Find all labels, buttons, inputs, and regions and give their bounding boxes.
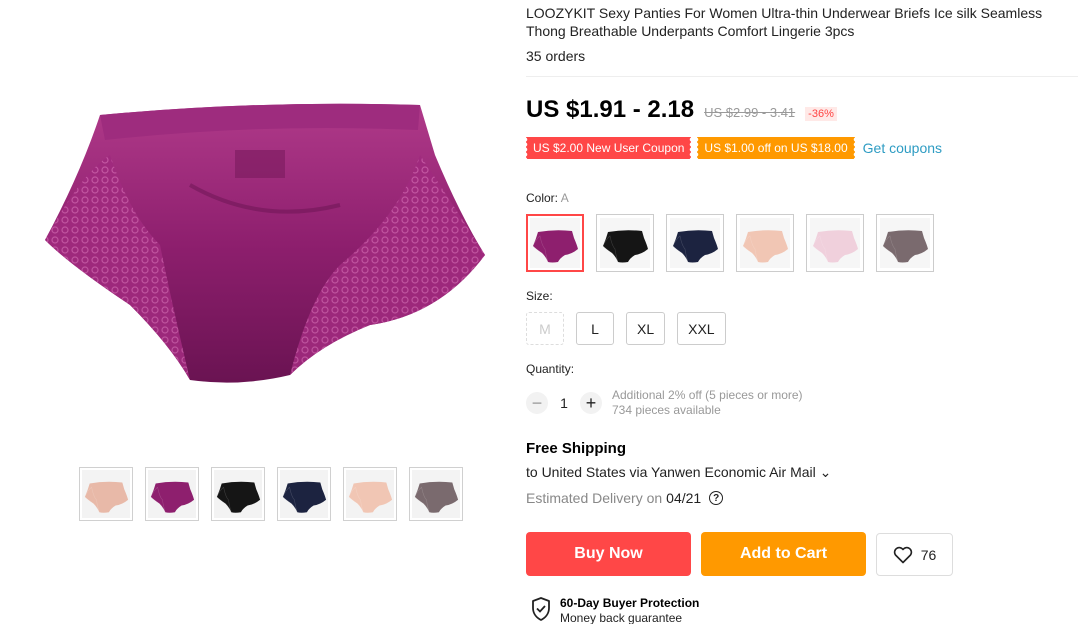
estimated-delivery: Estimated Delivery on 04/21 ? [526,490,724,506]
swatch-image [880,218,930,268]
store-coupon[interactable]: US $1.00 off on US $18.00 [696,137,855,159]
quantity-minus-button[interactable]: − [526,392,548,414]
size-label: Size: [526,289,553,303]
protection-subtitle: Money back guarantee [560,611,683,624]
delivery-label: Estimated Delivery on [526,490,663,506]
discount-badge: -36% [805,107,837,121]
shield-check-icon [532,597,550,621]
thumbnail-2[interactable] [145,467,199,521]
thumbnail-6[interactable] [409,467,463,521]
price-row: US $1.91 - 2.18 US $2.99 - 3.41 -36% [526,96,837,124]
size-option-l[interactable]: L [576,312,614,345]
bulk-discount-note: Additional 2% off (5 pieces or more) [612,388,803,402]
quantity-stepper: − 1 + Additional 2% off (5 pieces or mor… [526,388,803,418]
thumbnail-image [346,470,394,518]
protection-title: 60-Day Buyer Protection [560,596,700,610]
swatch-image [810,218,860,268]
chevron-down-icon: ⌄ [819,464,832,480]
size-options: M L XL XXL [526,312,726,345]
new-user-coupon[interactable]: US $2.00 New User Coupon [524,137,692,159]
product-title: LOOZYKIT Sexy Panties For Women Ultra-th… [526,5,1043,39]
swatch-image [600,218,650,268]
swatch-image [740,218,790,268]
quantity-plus-button[interactable]: + [580,392,602,414]
color-swatch-purple[interactable] [526,214,584,272]
thumbnail-5[interactable] [343,467,397,521]
size-option-xl[interactable]: XL [626,312,666,345]
swatch-image [670,218,720,268]
size-option-xxl[interactable]: XXL [677,312,726,345]
buyer-protection: 60-Day Buyer Protection Money back guara… [530,596,699,624]
thumbnail-3[interactable] [211,467,265,521]
color-swatches [526,214,934,272]
swatch-image [530,218,580,268]
delivery-date: 04/21 [666,490,702,506]
thumbnail-image [412,470,460,518]
wishlist-button[interactable]: 76 [876,533,953,576]
help-icon[interactable]: ? [709,491,724,505]
shipping-destination: to United States via Yanwen Economic Air… [526,464,816,480]
color-swatch-grey[interactable] [876,214,934,272]
color-swatch-pink[interactable] [806,214,864,272]
thumbnail-1[interactable] [79,467,133,521]
quantity-label: Quantity: [526,362,575,376]
main-product-image[interactable] [40,95,490,395]
orders-count: 35 orders [526,48,586,64]
add-to-cart-button[interactable]: Add to Cart [701,532,866,576]
color-swatch-nude[interactable] [736,214,794,272]
thumbnail-image [82,470,130,518]
quantity-value[interactable]: 1 [548,395,580,411]
wishlist-count: 76 [920,546,937,563]
coupons-row: US $2.00 New User Coupon US $1.00 off on… [524,137,942,159]
thumbnail-strip [79,467,463,521]
stock-available: 734 pieces available [612,403,721,417]
heart-icon [893,546,912,563]
color-selected-value: A [560,191,569,205]
thumbnail-4[interactable] [277,467,331,521]
quantity-notes: Additional 2% off (5 pieces or more) 734… [612,388,803,418]
get-coupons-link[interactable]: Get coupons [863,140,942,156]
color-swatch-black[interactable] [596,214,654,272]
shipping-method-selector[interactable]: to United States via Yanwen Economic Air… [526,464,831,481]
color-swatch-navy[interactable] [666,214,724,272]
protection-text: 60-Day Buyer Protection Money back guara… [560,596,699,624]
original-price: US $2.99 - 3.41 [704,105,796,120]
buy-now-button[interactable]: Buy Now [526,532,691,576]
size-option-m[interactable]: M [526,312,564,345]
thumbnail-image [148,470,196,518]
current-price: US $1.91 - 2.18 [526,96,695,123]
color-label-row: Color: A [526,191,569,205]
thumbnail-image [214,470,262,518]
shipping-title: Free Shipping [526,440,627,457]
divider [526,76,1078,77]
color-label: Color: [526,191,559,205]
thumbnail-image [280,470,328,518]
